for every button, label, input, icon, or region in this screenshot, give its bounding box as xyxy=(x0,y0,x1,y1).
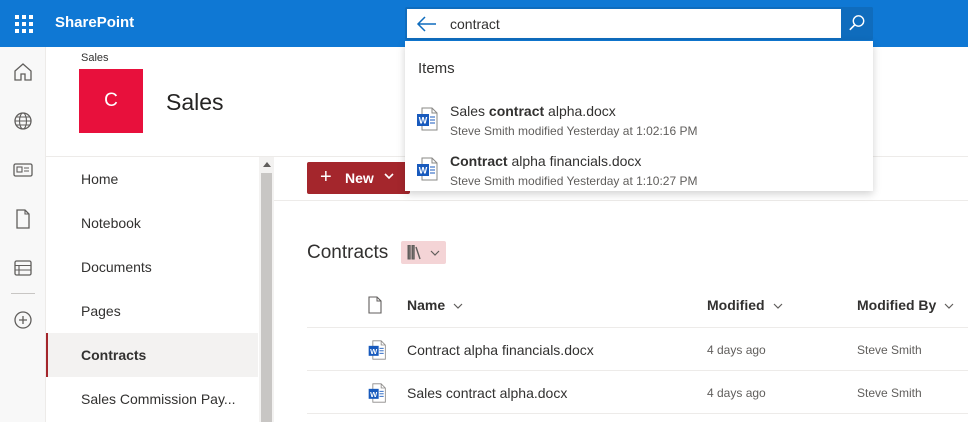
modified-cell: 4 days ago xyxy=(707,343,766,357)
modified-by-cell[interactable]: Steve Smith xyxy=(857,343,922,357)
suggestion-meta: Steve Smith modified Yesterday at 1:02:1… xyxy=(450,124,698,138)
library-icon xyxy=(407,245,421,260)
word-doc-icon: W xyxy=(417,157,438,181)
chevron-down-icon xyxy=(773,303,782,310)
suite-bar: SharePoint contract xyxy=(0,0,968,47)
view-switcher-button[interactable] xyxy=(401,241,446,264)
suggestion-meta: Steve Smith modified Yesterday at 1:10:2… xyxy=(450,174,698,188)
nav-item-label: Home xyxy=(81,171,119,187)
nav-item-label: Pages xyxy=(81,303,121,319)
nav-item-notebook[interactable]: Notebook xyxy=(46,201,258,245)
column-header-modified-by[interactable]: Modified By xyxy=(857,297,954,313)
scroll-up-icon[interactable] xyxy=(263,162,271,167)
chevron-down-icon xyxy=(430,250,440,256)
site-breadcrumb[interactable]: Sales xyxy=(81,52,109,64)
search-icon xyxy=(849,15,865,31)
column-header-label: Name xyxy=(407,297,446,313)
chevron-down-icon xyxy=(384,173,394,180)
row-divider xyxy=(307,413,968,414)
nav-item-label: Sales Commission Pay... xyxy=(81,391,236,407)
nav-item-home[interactable]: Home xyxy=(46,157,258,201)
file-name-link[interactable]: Contract alpha financials.docx xyxy=(407,342,594,358)
nav-scrollbar[interactable] xyxy=(259,157,274,422)
home-icon[interactable] xyxy=(12,61,34,83)
nav-item-label: Documents xyxy=(81,259,152,275)
column-header-label: Modified By xyxy=(857,297,937,313)
new-button[interactable]: + New xyxy=(307,162,410,194)
app-title[interactable]: SharePoint xyxy=(55,14,134,31)
nav-item-contracts[interactable]: Contracts xyxy=(46,333,258,377)
rail-divider xyxy=(11,293,35,294)
file-type-icon[interactable] xyxy=(368,296,382,314)
command-bar-divider xyxy=(274,200,968,201)
document-icon[interactable] xyxy=(12,208,34,230)
new-button-label: New xyxy=(345,170,374,186)
add-icon[interactable] xyxy=(12,309,34,331)
scrollbar-thumb[interactable] xyxy=(261,173,272,422)
nav-item-sales-commission[interactable]: Sales Commission Pay... xyxy=(46,377,258,421)
word-doc-icon: W xyxy=(368,383,386,403)
search-input[interactable]: contract xyxy=(450,16,500,32)
suggestion-item[interactable]: W Sales contract alpha.docx Steve Smith … xyxy=(405,95,873,141)
app-bar xyxy=(0,47,46,422)
suggestion-item[interactable]: W Contract alpha financials.docx Steve S… xyxy=(405,145,873,191)
app-launcher-icon[interactable] xyxy=(12,12,34,34)
nav-item-label: Contracts xyxy=(81,347,147,363)
column-header-name[interactable]: Name xyxy=(407,297,463,313)
site-title[interactable]: Sales xyxy=(166,89,224,116)
modified-by-cell[interactable]: Steve Smith xyxy=(857,386,922,400)
search-box[interactable]: contract xyxy=(405,7,873,40)
search-suggestions: Items W Sales contract alpha.docx Steve … xyxy=(405,41,873,191)
table-row[interactable]: W Contract alpha financials.docx 4 days … xyxy=(307,327,968,370)
svg-text:W: W xyxy=(419,116,428,126)
back-arrow-icon[interactable] xyxy=(415,13,439,35)
left-navigation: Home Notebook Documents Pages Contracts … xyxy=(46,157,274,422)
plus-icon: + xyxy=(320,166,332,188)
site-logo[interactable]: C xyxy=(79,69,143,133)
table-row[interactable]: W Sales contract alpha.docx 4 days ago S… xyxy=(307,370,968,413)
chevron-down-icon xyxy=(944,303,954,310)
library-title: Contracts xyxy=(307,242,389,263)
suggestion-name: Sales contract alpha.docx xyxy=(450,103,616,119)
suggestions-heading: Items xyxy=(418,60,455,77)
svg-text:W: W xyxy=(370,390,378,399)
file-name-link[interactable]: Sales contract alpha.docx xyxy=(407,385,567,401)
modified-cell: 4 days ago xyxy=(707,386,766,400)
nav-item-documents[interactable]: Documents xyxy=(46,245,258,289)
chevron-down-icon xyxy=(453,303,463,310)
lists-icon[interactable] xyxy=(12,257,34,279)
svg-text:W: W xyxy=(370,347,378,356)
suggestion-name: Contract alpha financials.docx xyxy=(450,153,642,169)
news-icon[interactable] xyxy=(12,159,34,181)
column-header-modified[interactable]: Modified xyxy=(707,297,783,313)
svg-text:W: W xyxy=(419,166,428,176)
nav-item-pages[interactable]: Pages xyxy=(46,289,258,333)
search-button[interactable] xyxy=(841,7,873,40)
column-header-label: Modified xyxy=(707,297,765,313)
word-doc-icon: W xyxy=(368,340,386,360)
word-doc-icon: W xyxy=(417,107,438,131)
nav-item-label: Notebook xyxy=(81,215,141,231)
globe-icon[interactable] xyxy=(12,110,34,132)
